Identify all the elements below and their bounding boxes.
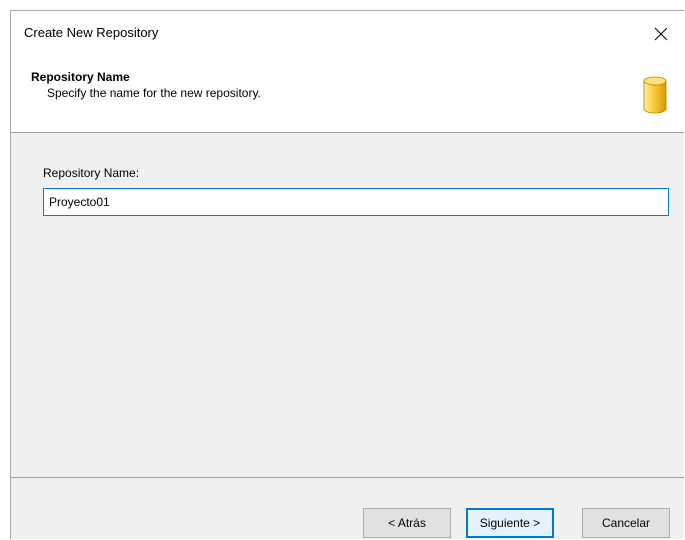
next-button[interactable]: Siguiente >: [466, 508, 554, 538]
close-icon: [654, 27, 668, 40]
repository-name-label: Repository Name:: [43, 166, 140, 180]
back-button[interactable]: < Atrás: [363, 508, 451, 538]
database-icon: [643, 76, 667, 114]
footer-divider: [11, 477, 684, 478]
cancel-button[interactable]: Cancelar: [582, 508, 670, 538]
repository-name-input[interactable]: [43, 188, 669, 216]
title-bar[interactable]: Create New Repository: [11, 11, 684, 56]
window-title: Create New Repository: [24, 25, 159, 40]
step-description: Specify the name for the new repository.: [47, 86, 261, 100]
create-repository-dialog: Create New Repository Repository Name Sp…: [10, 10, 684, 539]
wizard-header: Repository Name Specify the name for the…: [11, 56, 684, 133]
step-title: Repository Name: [31, 70, 130, 84]
close-button[interactable]: [638, 11, 684, 56]
